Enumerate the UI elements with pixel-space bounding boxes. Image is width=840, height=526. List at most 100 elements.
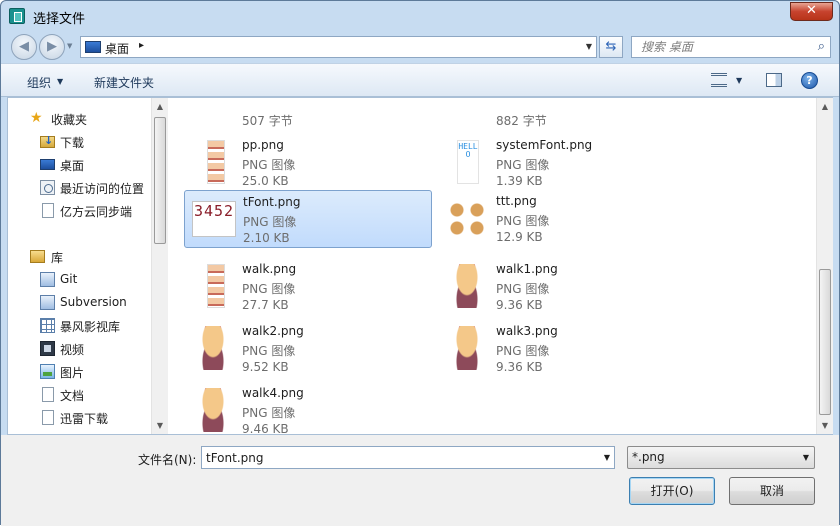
nav-item-thunder-downloads[interactable]: 迅雷下载 bbox=[8, 407, 150, 429]
file-thumbnail bbox=[189, 386, 237, 434]
nav-libraries[interactable]: 库 bbox=[8, 246, 150, 268]
file-item[interactable]: 882 字节 bbox=[438, 98, 686, 128]
address-location[interactable]: 桌面 bbox=[105, 40, 129, 57]
file-item-pp[interactable]: pp.png PNG 图像 25.0 KB bbox=[184, 134, 432, 190]
nav-item-label: 图片 bbox=[60, 366, 85, 380]
nav-item-downloads[interactable]: 下载 bbox=[8, 131, 150, 153]
nav-item-git[interactable]: Git bbox=[8, 269, 150, 291]
file-item-ttt[interactable]: ttt.png PNG 图像 12.9 KB bbox=[438, 190, 686, 246]
open-button[interactable]: 打开(O) bbox=[629, 477, 715, 505]
filename-dropdown-icon[interactable]: ▼ bbox=[604, 453, 610, 462]
thumbnail-text: 3452 bbox=[192, 201, 236, 237]
nav-favorites[interactable]: ★ 收藏夹 bbox=[8, 108, 150, 130]
file-item-walk1[interactable]: walk1.png PNG 图像 9.36 KB bbox=[438, 258, 686, 314]
search-input[interactable] bbox=[633, 38, 803, 56]
file-type-filter[interactable]: *.png ▼ bbox=[627, 446, 815, 469]
file-type: PNG 图像 bbox=[242, 282, 296, 296]
downloads-folder-icon bbox=[40, 134, 55, 148]
scroll-down-icon[interactable]: ▼ bbox=[817, 417, 833, 434]
refresh-button[interactable]: ⇆ bbox=[599, 36, 623, 58]
file-type-filter-value: *.png bbox=[632, 450, 665, 464]
nav-item-subversion[interactable]: Subversion bbox=[8, 292, 150, 314]
title-bar: 选择文件 ✕ bbox=[1, 1, 839, 31]
library-folder-icon bbox=[30, 250, 45, 263]
file-item[interactable]: 507 字节 bbox=[184, 98, 432, 128]
view-options-icon[interactable] bbox=[711, 73, 727, 87]
file-item-walk[interactable]: walk.png PNG 图像 27.7 KB bbox=[184, 258, 432, 314]
nav-item-label: 亿方云同步端 bbox=[60, 205, 133, 219]
bottom-panel: 文件名(N): ▼ *.png ▼ 打开(O) 取消 bbox=[1, 435, 839, 526]
file-item-walk4[interactable]: walk4.png PNG 图像 9.46 KB bbox=[184, 382, 432, 434]
filename-input[interactable] bbox=[203, 448, 593, 467]
nav-item-documents[interactable]: 文档 bbox=[8, 384, 150, 406]
organize-dropdown-icon[interactable]: ▼ bbox=[57, 77, 63, 86]
filter-dropdown-icon[interactable]: ▼ bbox=[803, 453, 809, 462]
forward-button[interactable]: ▶ bbox=[39, 34, 65, 60]
file-name: systemFont.png bbox=[496, 138, 593, 152]
file-thumbnail bbox=[443, 324, 491, 372]
file-item-tfont[interactable]: 3452 tFont.png PNG 图像 2.10 KB bbox=[184, 190, 432, 248]
window-title: 选择文件 bbox=[33, 12, 86, 27]
file-size: 9.52 KB bbox=[242, 360, 289, 374]
navigation-pane: ★ 收藏夹 下载 桌面 最近访问的位置 亿方云同步端 库 bbox=[8, 98, 168, 434]
file-item-systemfont[interactable]: HELLO systemFont.png PNG 图像 1.39 KB bbox=[438, 134, 686, 190]
file-type: PNG 图像 bbox=[496, 282, 550, 296]
file-name: walk2.png bbox=[242, 324, 304, 338]
nav-item-label: Subversion bbox=[60, 295, 127, 309]
view-dropdown-icon[interactable]: ▼ bbox=[736, 76, 742, 85]
nav-item-desktop[interactable]: 桌面 bbox=[8, 154, 150, 176]
nav-item-baofeng[interactable]: 暴风影视库 bbox=[8, 315, 150, 337]
pictures-icon bbox=[40, 364, 55, 379]
search-icon[interactable]: ⌕ bbox=[818, 39, 825, 54]
address-bar[interactable]: 桌面 ▸ ▼ bbox=[80, 36, 597, 58]
refresh-icon: ⇆ bbox=[605, 39, 617, 54]
nav-item-cloud-sync[interactable]: 亿方云同步端 bbox=[8, 200, 150, 222]
preview-pane-icon[interactable] bbox=[766, 73, 782, 87]
organize-button[interactable]: 组织 bbox=[27, 74, 51, 91]
scroll-thumb[interactable] bbox=[154, 117, 166, 244]
subversion-library-icon bbox=[40, 295, 55, 310]
file-item-walk2[interactable]: walk2.png PNG 图像 9.52 KB bbox=[184, 320, 432, 376]
file-thumbnail bbox=[189, 262, 237, 310]
video-film-icon bbox=[40, 341, 55, 356]
nav-item-label: 下载 bbox=[60, 136, 85, 150]
git-library-icon bbox=[40, 272, 55, 287]
file-name: walk.png bbox=[242, 262, 297, 276]
thumbnail-text: HELLO bbox=[457, 140, 479, 184]
file-name: tFont.png bbox=[243, 195, 301, 209]
file-dialog-window: 选择文件 ✕ ◀ ▶ ▼ 桌面 ▸ ▼ ⇆ ⌕ 组织 ▼ 新建文件夹 ▼ ? ★… bbox=[0, 0, 840, 526]
file-thumbnail bbox=[189, 138, 237, 186]
nav-item-pictures[interactable]: 图片 bbox=[8, 361, 150, 383]
scroll-down-icon[interactable]: ▼ bbox=[152, 417, 168, 434]
recent-pages-dropdown-icon[interactable]: ▼ bbox=[67, 42, 72, 50]
file-item-walk3[interactable]: walk3.png PNG 图像 9.36 KB bbox=[438, 320, 686, 376]
file-type: PNG 图像 bbox=[242, 158, 296, 172]
nav-item-videos[interactable]: 视频 bbox=[8, 338, 150, 360]
file-list-scrollbar[interactable]: ▲ ▼ bbox=[816, 98, 833, 434]
breadcrumb-arrow-icon[interactable]: ▸ bbox=[139, 40, 144, 51]
help-icon[interactable]: ? bbox=[801, 72, 818, 89]
file-size: 507 字节 bbox=[242, 114, 293, 128]
search-box[interactable]: ⌕ bbox=[631, 36, 831, 58]
nav-libraries-label: 库 bbox=[51, 251, 64, 265]
cancel-button[interactable]: 取消 bbox=[729, 477, 815, 505]
file-name: walk3.png bbox=[496, 324, 558, 338]
scroll-up-icon[interactable]: ▲ bbox=[817, 98, 833, 115]
scroll-up-icon[interactable]: ▲ bbox=[152, 98, 168, 115]
new-folder-button[interactable]: 新建文件夹 bbox=[94, 74, 154, 91]
file-size: 9.36 KB bbox=[496, 298, 543, 312]
file-type: PNG 图像 bbox=[496, 344, 550, 358]
file-thumbnail bbox=[443, 98, 491, 124]
file-size: 9.46 KB bbox=[242, 422, 289, 434]
back-button[interactable]: ◀ bbox=[11, 34, 37, 60]
close-button[interactable]: ✕ bbox=[790, 2, 833, 21]
address-dropdown-icon[interactable]: ▼ bbox=[586, 42, 592, 51]
file-size: 25.0 KB bbox=[242, 174, 289, 188]
scroll-thumb[interactable] bbox=[819, 269, 831, 415]
nav-item-recent[interactable]: 最近访问的位置 bbox=[8, 177, 150, 199]
file-thumbnail bbox=[189, 98, 237, 124]
address-row: ◀ ▶ ▼ 桌面 ▸ ▼ ⇆ ⌕ bbox=[1, 31, 839, 63]
nav-scrollbar[interactable]: ▲ ▼ bbox=[151, 98, 168, 434]
file-type: PNG 图像 bbox=[242, 406, 296, 420]
filename-combobox[interactable]: ▼ bbox=[201, 446, 615, 469]
